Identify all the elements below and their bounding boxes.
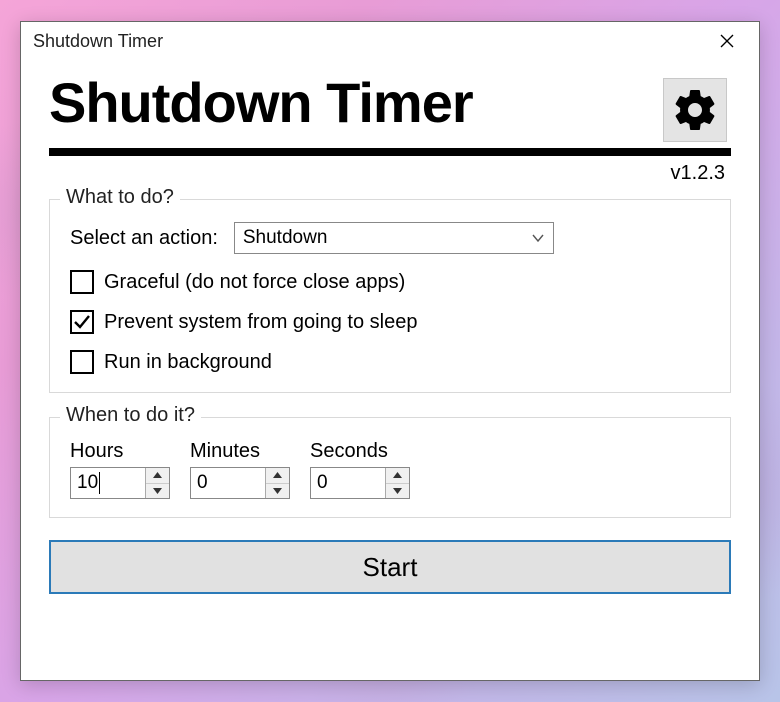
arrow-down-icon — [393, 488, 402, 494]
prevent-sleep-checkbox[interactable] — [70, 310, 94, 334]
header-row: Shutdown Timer — [49, 74, 731, 142]
seconds-value[interactable]: 0 — [311, 468, 385, 498]
prevent-sleep-checkbox-label: Prevent system from going to sleep — [104, 311, 417, 334]
close-button[interactable] — [707, 26, 747, 56]
graceful-checkbox-row: Graceful (do not force close apps) — [70, 270, 710, 294]
settings-button[interactable] — [663, 78, 727, 142]
background-checkbox-label: Run in background — [104, 351, 272, 374]
start-button-label: Start — [363, 552, 418, 583]
action-select-row: Select an action: Shutdown — [70, 222, 710, 254]
background-checkbox-row: Run in background — [70, 350, 710, 374]
hours-value[interactable]: 10 — [71, 468, 145, 498]
seconds-group: Seconds 0 — [310, 440, 410, 499]
window-title: Shutdown Timer — [33, 31, 163, 52]
action-legend: What to do? — [60, 186, 180, 209]
hours-group: Hours 10 — [70, 440, 170, 499]
arrow-down-icon — [153, 488, 162, 494]
hours-down-button[interactable] — [146, 483, 169, 499]
titlebar: Shutdown Timer — [21, 22, 759, 60]
arrow-up-icon — [393, 472, 402, 478]
header-rule — [49, 148, 731, 156]
client-area: Shutdown Timer v1.2.3 What to do? Select… — [21, 60, 759, 680]
graceful-checkbox-label: Graceful (do not force close apps) — [104, 271, 405, 294]
minutes-up-button[interactable] — [266, 468, 289, 483]
minutes-label: Minutes — [190, 440, 290, 463]
minutes-value[interactable]: 0 — [191, 468, 265, 498]
action-select-label: Select an action: — [70, 227, 218, 250]
start-button[interactable]: Start — [49, 540, 731, 594]
minutes-spinner[interactable]: 0 — [190, 467, 290, 499]
graceful-checkbox[interactable] — [70, 270, 94, 294]
action-select[interactable]: Shutdown — [234, 222, 554, 254]
arrow-down-icon — [273, 488, 282, 494]
app-title: Shutdown Timer — [49, 74, 473, 133]
seconds-spinner[interactable]: 0 — [310, 467, 410, 499]
time-row: Hours 10 Minutes — [70, 440, 710, 499]
close-icon — [720, 34, 734, 48]
chevron-down-icon — [531, 231, 545, 245]
gear-icon — [671, 86, 719, 134]
minutes-group: Minutes 0 — [190, 440, 290, 499]
minutes-down-button[interactable] — [266, 483, 289, 499]
action-select-value: Shutdown — [243, 227, 328, 249]
hours-spinner[interactable]: 10 — [70, 467, 170, 499]
time-legend: When to do it? — [60, 404, 201, 427]
seconds-arrows — [385, 468, 409, 498]
hours-up-button[interactable] — [146, 468, 169, 483]
background-checkbox[interactable] — [70, 350, 94, 374]
checkmark-icon — [73, 313, 91, 331]
time-groupbox: When to do it? Hours 10 — [49, 417, 731, 518]
hours-label: Hours — [70, 440, 170, 463]
prevent-sleep-checkbox-row: Prevent system from going to sleep — [70, 310, 710, 334]
seconds-up-button[interactable] — [386, 468, 409, 483]
seconds-down-button[interactable] — [386, 483, 409, 499]
arrow-up-icon — [273, 472, 282, 478]
version-label: v1.2.3 — [49, 162, 731, 185]
seconds-label: Seconds — [310, 440, 410, 463]
action-groupbox: What to do? Select an action: Shutdown G… — [49, 199, 731, 393]
app-window: Shutdown Timer Shutdown Timer v1.2.3 Wha… — [20, 21, 760, 681]
hours-arrows — [145, 468, 169, 498]
arrow-up-icon — [153, 472, 162, 478]
minutes-arrows — [265, 468, 289, 498]
